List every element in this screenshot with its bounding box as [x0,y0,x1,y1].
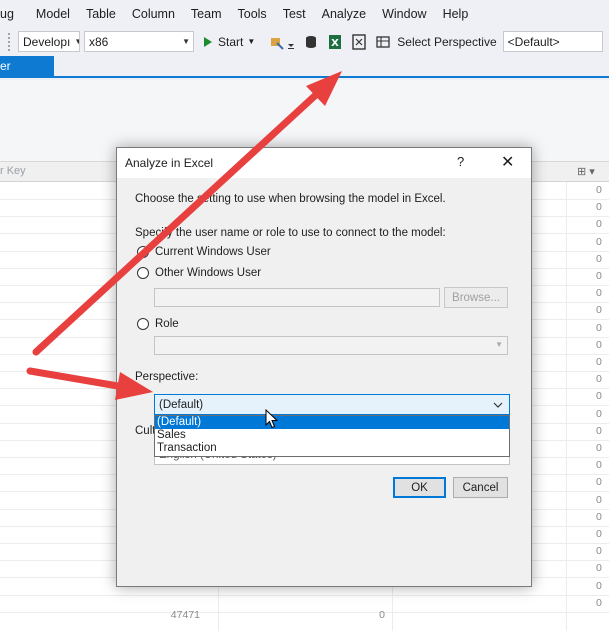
ok-button[interactable]: OK [393,477,446,498]
start-label: Start [218,34,244,49]
platform-combo[interactable]: x86 ▼ [84,31,194,52]
select-perspective-label: Select Perspective [397,34,497,49]
perspective-option[interactable]: Sales [155,429,509,442]
configuration-value: Developı [23,34,71,49]
grid-cell[interactable]: 0 [596,201,602,213]
grid-cell[interactable]: 0 [596,218,602,230]
cancel-button[interactable]: Cancel [453,477,508,498]
menu-team[interactable]: Team [183,7,230,21]
grid-cell[interactable]: 0 [596,476,602,488]
perspective-option[interactable]: Transaction [155,442,509,455]
dialog-title: Analyze in Excel [125,156,214,170]
grid-cell[interactable]: 0 [596,408,602,420]
grid-cell[interactable]: 0 [596,511,602,523]
current-user-label[interactable]: Current Windows User [155,246,271,258]
start-button[interactable]: Start ▼ [204,35,255,49]
overflow-icon[interactable] [287,34,295,50]
menu-test[interactable]: Test [275,7,314,21]
grid-cell[interactable]: 0 [596,356,602,368]
user-role-text: Specify the user name or role to use to … [135,227,446,239]
calculator-icon[interactable] [351,33,367,50]
platform-value: x86 [89,34,109,49]
perspective-options-list: (Default) Sales Transaction [154,415,510,457]
mouse-cursor-icon [265,409,279,429]
grid-cell[interactable]: 0 [596,545,602,557]
grid-cell[interactable]: 0 [596,287,602,299]
menu-debug[interactable]: ug [0,7,22,21]
chevron-down-icon [493,402,503,408]
grid-cell[interactable]: 0 [596,442,602,454]
play-icon [204,36,212,47]
chevron-down-icon: ▼ [74,37,79,46]
grid-cell[interactable]: 0 [596,459,602,471]
current-user-radio[interactable] [137,246,149,258]
database-icon[interactable] [303,34,319,50]
help-button[interactable]: ? [457,154,464,169]
grid-cell[interactable]: 0 [596,304,602,316]
analyze-in-excel-icon[interactable]: X [327,34,343,50]
grid-cell[interactable]: 0 [596,184,602,196]
grid-cell[interactable]: 0 [596,528,602,540]
grid-cell[interactable]: 0 [596,253,602,265]
chevron-down-icon: ▼ [247,37,256,46]
process-icon[interactable] [269,34,285,50]
grid-cell[interactable]: 0 [596,373,602,385]
menu-table[interactable]: Table [78,7,124,21]
grid-cell[interactable]: 0 [596,322,602,334]
standard-toolbar: Developı ▼ x86 ▼ Start ▼ X Select Perspe… [0,28,609,55]
role-combo: ▼ [154,336,508,355]
menu-bar: ug Model Table Column Team Tools Test An… [0,0,609,28]
menu-column[interactable]: Column [124,7,183,21]
menu-model[interactable]: Model [22,7,78,21]
grid-cell[interactable]: 47471 [150,609,200,621]
document-tab[interactable]: er [0,56,54,78]
grid-cell[interactable]: 0 [596,562,602,574]
grid-cell[interactable]: 0 [596,494,602,506]
analyze-in-excel-dialog: Analyze in Excel ? ✕ Choose the setting … [116,147,532,587]
grid-row-line [0,594,609,596]
perspective-icon [375,34,391,50]
other-user-label[interactable]: Other Windows User [155,267,261,279]
menu-help[interactable]: Help [435,7,477,21]
toolbar-grip[interactable] [8,32,14,51]
perspective-toolbar-value: <Default> [507,34,560,49]
other-user-radio[interactable] [137,267,149,279]
grid-cell[interactable]: 0 [370,609,385,621]
user-name-field [154,288,440,307]
grid-cell[interactable]: 0 [596,390,602,402]
perspective-selected-value: (Default) [159,398,204,411]
column-filter-icon[interactable]: ⊞ ▾ [577,165,595,178]
document-tab-strip: er [0,56,609,78]
menu-window[interactable]: Window [374,7,434,21]
grid-cell[interactable]: 0 [596,270,602,282]
close-icon[interactable]: ✕ [501,152,514,172]
intro-text: Choose the setting to use when browsing … [135,193,446,205]
svg-text:X: X [331,38,339,49]
grid-column-header[interactable]: r Key [0,165,26,177]
grid-cell[interactable]: 0 [596,425,602,437]
browse-button: Browse... [444,287,508,308]
role-radio[interactable] [137,318,149,330]
perspective-label: Perspective: [135,371,199,383]
configuration-combo[interactable]: Developı ▼ [18,31,80,52]
grid-cell[interactable]: 0 [596,597,602,609]
grid-cell[interactable]: 0 [596,236,602,248]
role-label[interactable]: Role [155,318,179,330]
perspective-option[interactable]: (Default) [155,416,509,429]
grid-row-line [0,611,609,613]
menu-analyze[interactable]: Analyze [314,7,374,21]
perspective-dropdown[interactable]: (Default) [154,394,510,415]
chevron-down-icon: ▼ [182,37,190,46]
grid-divider [566,182,567,631]
grid-cell[interactable]: 0 [596,580,602,592]
perspective-combo[interactable]: <Default> [502,31,603,52]
dialog-title-bar: Analyze in Excel ? ✕ [117,148,531,178]
grid-cell[interactable]: 0 [596,339,602,351]
chevron-down-icon: ▼ [495,340,503,349]
menu-tools[interactable]: Tools [230,7,275,21]
